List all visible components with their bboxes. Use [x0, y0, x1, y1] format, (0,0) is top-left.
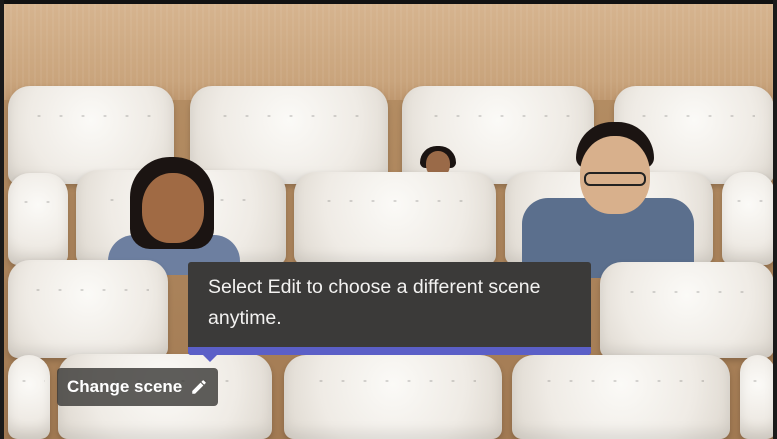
seat	[722, 172, 775, 265]
change-scene-label: Change scene	[67, 377, 183, 396]
scene-tooltip: Select Edit to choose a different scene …	[188, 262, 591, 355]
pencil-icon	[190, 378, 208, 396]
window-frame-top	[0, 0, 777, 4]
window-frame-left	[0, 0, 4, 439]
participant-video	[522, 120, 694, 278]
seat	[284, 355, 502, 439]
seat	[740, 355, 775, 439]
seat	[294, 172, 496, 265]
participant-video	[108, 157, 240, 275]
tooltip-accent-bar	[188, 347, 591, 355]
seat	[8, 173, 68, 265]
tooltip-beak	[201, 353, 219, 362]
seat	[8, 355, 50, 439]
window-frame-right	[773, 0, 777, 439]
together-mode-scene: Select Edit to choose a different scene …	[0, 0, 777, 439]
seat	[600, 262, 774, 358]
seat	[512, 355, 730, 439]
tooltip-text: Select Edit to choose a different scene …	[208, 276, 541, 329]
seat	[8, 260, 168, 358]
change-scene-button[interactable]: Change scene	[57, 368, 219, 406]
